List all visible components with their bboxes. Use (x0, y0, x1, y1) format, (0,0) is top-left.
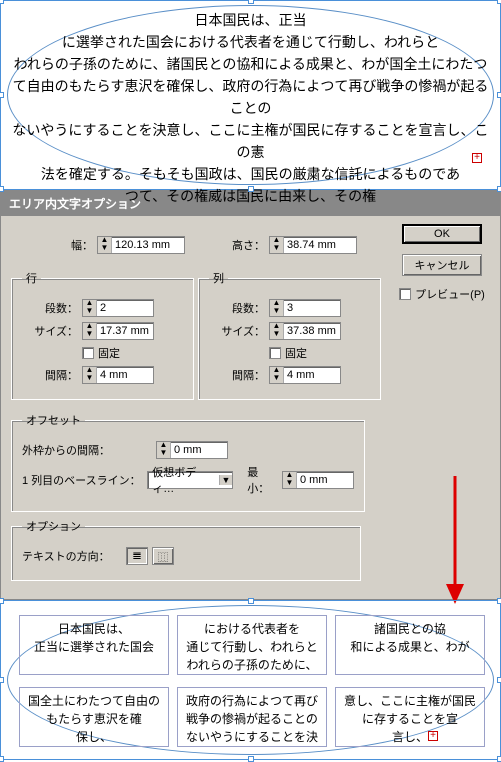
rows-gutter-label: 間隔： (22, 367, 78, 383)
cell-r1c1[interactable]: 日本国民は、 正当に選挙された国会 (19, 615, 169, 675)
cols-size-input[interactable] (284, 325, 340, 337)
handle[interactable] (248, 598, 254, 604)
rows-gutter-stepper[interactable]: ▲▼ (82, 366, 154, 384)
flow-label: テキストの方向： (22, 548, 122, 564)
baseline-label: 1 列目のベースライン： (22, 472, 143, 488)
overflow-indicator-icon[interactable] (472, 153, 482, 163)
cell-r1c3[interactable]: 諸国民との協 和による成果と、わが (335, 615, 485, 675)
rows-fixed-checkbox[interactable]: 固定 (82, 345, 120, 361)
area-type-options-dialog: エリア内文字オプション OK キャンセル プレビュー(P) 幅： ▲▼ 高さ： … (0, 190, 501, 600)
handle[interactable] (248, 0, 254, 4)
handle[interactable] (248, 186, 254, 192)
top-text-frame[interactable]: 日本国民は、正当 に選挙された国会における代表者を通じて行動し、われらと われら… (0, 0, 501, 190)
height-label: 高さ： (209, 237, 265, 253)
handle[interactable] (497, 677, 501, 683)
cols-gutter-input[interactable] (284, 369, 340, 381)
step-down-icon[interactable]: ▼ (270, 245, 284, 253)
cols-count-stepper[interactable]: ▲▼ (269, 299, 341, 317)
handle[interactable] (0, 677, 4, 683)
handle[interactable] (497, 0, 501, 4)
preview-checkbox[interactable]: プレビュー(P) (399, 286, 485, 302)
red-arrow-icon (440, 476, 470, 606)
cols-count-input[interactable] (284, 302, 340, 314)
handle[interactable] (248, 756, 254, 762)
cols-gutter-stepper[interactable]: ▲▼ (269, 366, 341, 384)
flow-horizontal-button[interactable]: 𝌆 (126, 547, 148, 565)
handle[interactable] (497, 756, 501, 762)
rows-count-stepper[interactable]: ▲▼ (82, 299, 154, 317)
offset-legend: オフセット (22, 412, 85, 428)
flow-vertical-button[interactable]: ⿲ (152, 547, 174, 565)
rows-size-stepper[interactable]: ▲▼ (82, 322, 154, 340)
rows-group: 行 段数： ▲▼ サイズ： ▲▼ 固定 間隔： ▲▼ (11, 270, 194, 400)
checkbox-icon (399, 288, 411, 300)
inset-stepper[interactable]: ▲▼ (156, 441, 228, 459)
handle[interactable] (0, 186, 4, 192)
bottom-text-frame[interactable]: 日本国民は、 正当に選挙された国会 における代表者を 通じて行動し、われらと わ… (0, 600, 501, 760)
handle[interactable] (497, 598, 501, 604)
rows-legend: 行 (22, 270, 41, 286)
height-stepper[interactable]: ▲▼ (269, 236, 357, 254)
handle[interactable] (497, 186, 501, 192)
cols-size-stepper[interactable]: ▲▼ (269, 322, 341, 340)
cell-r2c3[interactable]: 意し、ここに主権が国民 に存することを宣 言し、 (335, 687, 485, 747)
handle[interactable] (497, 92, 501, 98)
cell-r2c2[interactable]: 政府の行為によつて再び 戦争の惨禍が起ることの ないやうにすることを決 (177, 687, 327, 747)
handle[interactable] (0, 598, 4, 604)
dropdown-arrow-icon[interactable]: ▼ (219, 475, 232, 485)
width-input[interactable] (112, 239, 184, 251)
min-input[interactable] (297, 474, 353, 486)
cols-group: 列 段数： ▲▼ サイズ： ▲▼ 固定 間隔： ▲▼ (198, 270, 381, 400)
baseline-select[interactable]: 仮想ボディ… ▼ (147, 471, 233, 489)
min-label: 最小： (247, 464, 278, 496)
ok-button[interactable]: OK (402, 224, 482, 244)
rows-size-input[interactable] (97, 325, 153, 337)
step-down-icon[interactable]: ▼ (98, 245, 112, 253)
offset-group: オフセット 外枠からの間隔： ▲▼ 1 列目のベースライン： 仮想ボディ… ▼ … (11, 412, 365, 512)
options-legend: オプション (22, 518, 85, 534)
rows-count-label: 段数： (22, 300, 78, 316)
width-stepper[interactable]: ▲▼ (97, 236, 185, 254)
cols-legend: 列 (209, 270, 228, 286)
handle[interactable] (0, 92, 4, 98)
handle[interactable] (0, 756, 4, 762)
cols-count-label: 段数： (209, 300, 265, 316)
rows-size-label: サイズ： (22, 323, 78, 339)
inset-input[interactable] (171, 444, 227, 456)
handle[interactable] (0, 0, 4, 4)
cols-size-label: サイズ： (209, 323, 265, 339)
options-group: オプション テキストの方向： 𝌆 ⿲ (11, 518, 361, 581)
height-input[interactable] (284, 239, 356, 251)
cell-r1c2[interactable]: における代表者を 通じて行動し、われらと われらの子孫のために、 (177, 615, 327, 675)
preview-label: プレビュー(P) (415, 286, 485, 302)
cols-fixed-checkbox[interactable]: 固定 (269, 345, 307, 361)
top-text[interactable]: 日本国民は、正当 に選挙された国会における代表者を通じて行動し、われらと われら… (1, 9, 500, 207)
cols-gutter-label: 間隔： (209, 367, 265, 383)
cancel-button[interactable]: キャンセル (402, 254, 482, 276)
inset-label: 外枠からの間隔： (22, 442, 152, 458)
width-label: 幅： (37, 237, 93, 253)
rows-count-input[interactable] (97, 302, 153, 314)
cell-r2c1[interactable]: 国全土にわたつて自由の もたらす恵沢を確 保し、 (19, 687, 169, 747)
min-stepper[interactable]: ▲▼ (282, 471, 354, 489)
rows-gutter-input[interactable] (97, 369, 153, 381)
